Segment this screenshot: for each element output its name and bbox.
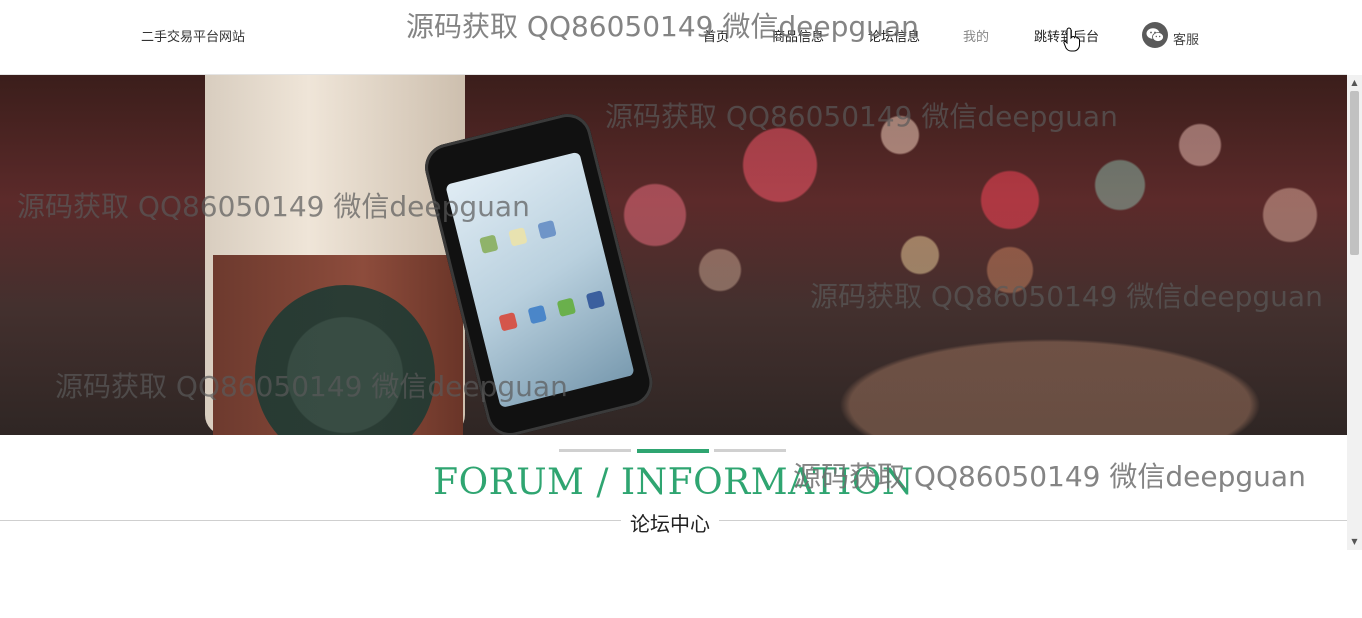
nav-goods-info[interactable]: 商品信息 — [772, 26, 824, 45]
customer-service-label: 客服 — [1173, 32, 1200, 48]
scrollbar-thumb[interactable] — [1350, 91, 1359, 255]
nav-mine[interactable]: 我的 — [963, 26, 989, 45]
banner-carousel[interactable] — [0, 75, 1347, 435]
site-name: 二手交易平台网站 — [141, 30, 246, 45]
scroll-down-arrow-icon[interactable]: ▼ — [1347, 535, 1362, 549]
nav-forum-info[interactable]: 论坛信息 — [868, 26, 920, 45]
wechat-icon — [1142, 22, 1168, 48]
hand-pointer-icon — [1063, 27, 1080, 52]
customer-service-button[interactable]: 客服 — [1142, 21, 1199, 49]
vertical-scrollbar[interactable]: ▲ ▼ — [1347, 75, 1362, 550]
carousel-indicator-3[interactable] — [714, 449, 786, 452]
carousel-indicator-2[interactable] — [637, 449, 709, 453]
top-navbar: 二手交易平台网站 首页 商品信息 论坛信息 我的 跳转到后台 客服 — [0, 0, 1347, 75]
carousel-indicator-1[interactable] — [559, 449, 631, 452]
section-subtitle: 论坛中心 — [621, 508, 719, 537]
section-title: FORUM / INFORMATION — [433, 462, 914, 503]
nav-home[interactable]: 首页 — [703, 26, 729, 45]
scroll-up-arrow-icon[interactable]: ▲ — [1347, 76, 1362, 90]
